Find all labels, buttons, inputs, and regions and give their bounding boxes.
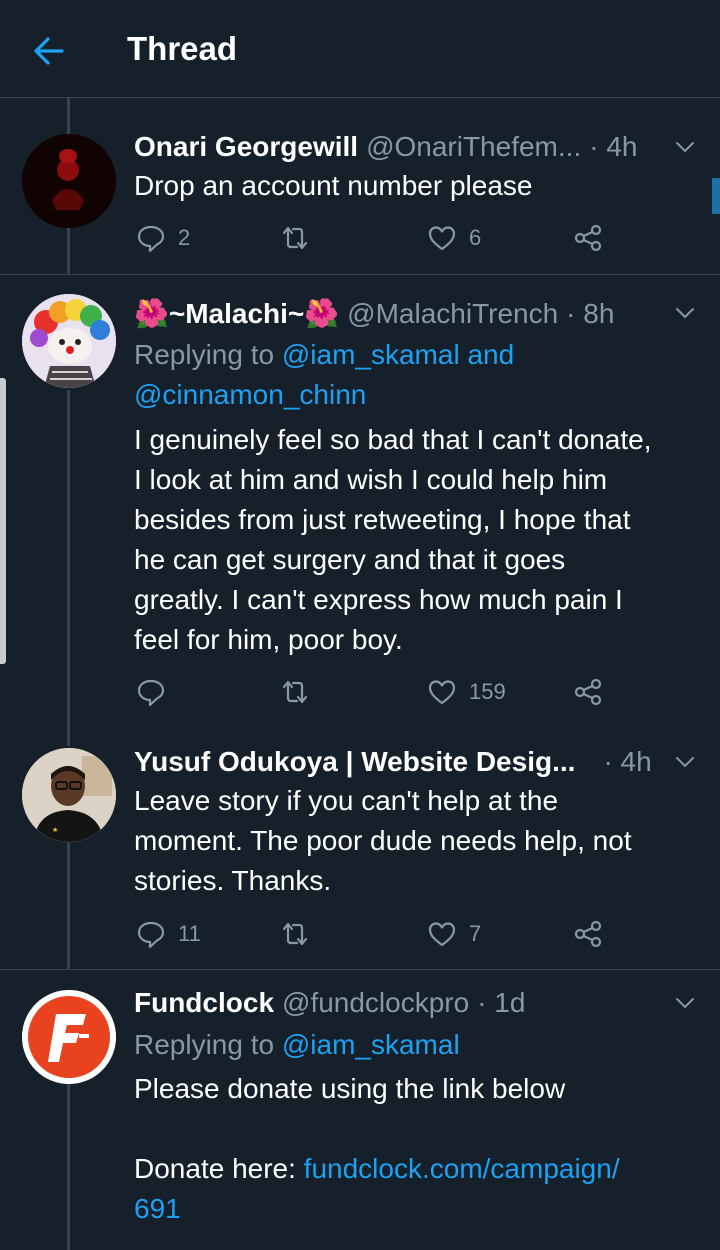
reply-count: 11 (178, 921, 201, 946)
like-button[interactable]: 159 (427, 674, 506, 710)
reply-button[interactable] (136, 674, 166, 710)
heart-icon (428, 922, 456, 947)
retweet-button[interactable] (280, 674, 310, 710)
retweet-icon (282, 680, 308, 704)
like-count: 6 (469, 225, 482, 250)
tweet[interactable]: ★ Yusuf Odukoya | Website Desig... · 4h … (0, 728, 720, 970)
display-name[interactable]: Fundclock (134, 985, 274, 1021)
edge-scrollbar[interactable] (0, 378, 6, 664)
reply-count: 2 (178, 225, 191, 250)
share-button[interactable] (573, 916, 603, 952)
mention-link[interactable]: @cinnamon_chinn (134, 379, 366, 410)
retweet-icon (282, 922, 308, 946)
retweet-button[interactable] (280, 916, 310, 952)
top-bar: Thread (0, 0, 720, 98)
heart-icon (428, 680, 456, 705)
chevron-down-icon[interactable] (674, 751, 696, 773)
replying-to: Replying to @iam_skamal (134, 1029, 460, 1060)
share-icon (574, 678, 602, 706)
username[interactable]: @OnariThefem... (366, 129, 581, 165)
share-button[interactable] (573, 220, 603, 256)
tweet-text: Drop an account number please (134, 170, 533, 201)
reply-icon (137, 225, 165, 253)
username[interactable]: @fundclockpro (282, 985, 469, 1021)
reply-icon (137, 921, 165, 949)
timestamp: · 8h (566, 298, 615, 329)
tweet[interactable]: Onari Georgewill @OnariThefem... · 4h Dr… (0, 98, 720, 275)
avatar[interactable] (22, 134, 116, 228)
arrow-left-icon[interactable] (32, 34, 66, 68)
tweet[interactable]: 🌺 ~Malachi~ 🌺 @MalachiTrench · 8h Replyi… (0, 274, 720, 728)
tweet-text: Leave story if you can't help at the mom… (134, 785, 632, 896)
reply-icon (137, 679, 165, 707)
like-button[interactable]: 7 (427, 916, 481, 952)
avatar[interactable] (22, 990, 116, 1084)
retweet-icon (282, 226, 308, 250)
scroll-indicator[interactable] (712, 178, 720, 214)
timestamp: · 4h (603, 746, 652, 777)
like-count: 159 (469, 679, 506, 704)
svg-text:★: ★ (52, 826, 58, 834)
tweet-actions: 159 (134, 674, 614, 710)
tweet-text: I genuinely feel so bad that I can't don… (134, 424, 652, 655)
reply-button[interactable]: 11 (136, 916, 201, 952)
flower-emoji: 🌺 (304, 298, 340, 329)
display-name[interactable]: Onari Georgewill (134, 129, 358, 165)
display-name[interactable]: Yusuf Odukoya | Website Desig... (134, 744, 575, 780)
mention-link[interactable]: @iam_skamal and (282, 339, 514, 370)
chevron-down-icon[interactable] (674, 992, 696, 1014)
timestamp: · 4h (589, 131, 638, 162)
flower-emoji: 🌺 (134, 298, 169, 329)
display-name[interactable]: ~Malachi~ (169, 296, 304, 332)
tweet-text: Please donate using the link below Donat… (134, 1073, 620, 1224)
share-button[interactable] (573, 674, 603, 710)
mention-link[interactable]: @iam_skamal (282, 1029, 460, 1060)
chevron-down-icon[interactable] (674, 302, 696, 324)
share-icon (574, 920, 602, 948)
reply-button[interactable]: 2 (136, 220, 190, 256)
username[interactable]: @MalachiTrench (347, 296, 558, 332)
page-title: Thread (127, 30, 238, 67)
replying-to: Replying to @iam_skamal and @cinnamon_ch… (134, 339, 515, 410)
tweet-actions: 2 6 (134, 220, 614, 256)
avatar[interactable] (22, 294, 116, 388)
like-count: 7 (469, 921, 482, 946)
share-icon (574, 224, 602, 252)
donate-link[interactable]: fundclock.com/campaign/ (304, 1153, 620, 1184)
chevron-down-icon[interactable] (674, 136, 696, 158)
timestamp: · 1d (477, 987, 526, 1018)
donate-link[interactable]: 691 (134, 1193, 181, 1224)
avatar[interactable]: ★ (22, 748, 116, 842)
tweet[interactable]: Fundclock @fundclockpro · 1d Replying to… (0, 970, 720, 1250)
retweet-button[interactable] (280, 220, 310, 256)
tweet-actions: 11 7 (134, 916, 614, 952)
heart-icon (428, 226, 456, 251)
like-button[interactable]: 6 (427, 220, 481, 256)
